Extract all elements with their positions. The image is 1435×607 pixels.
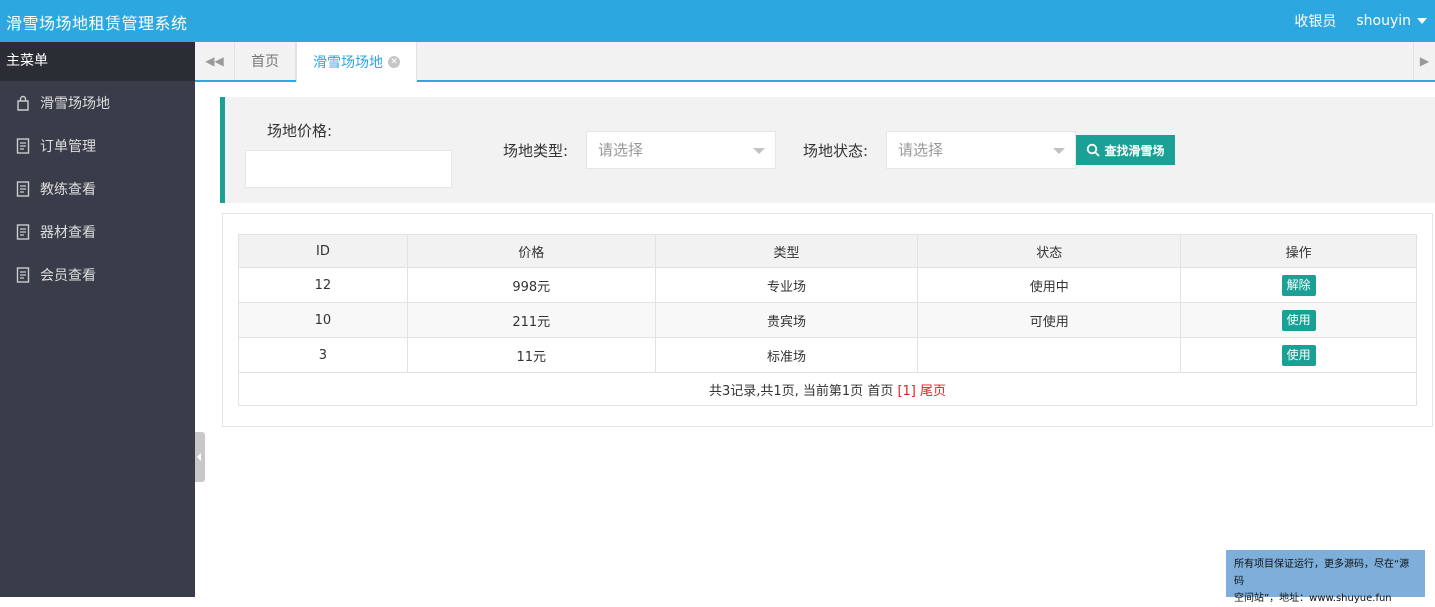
document-icon <box>16 223 30 240</box>
cell-id: 10 <box>238 302 408 338</box>
release-button[interactable]: 解除 <box>1281 274 1316 296</box>
column-header-price: 价格 <box>406 234 656 268</box>
pagination: 共3记录,共1页, 当前第1页 首页 [1] 尾页 <box>238 372 1417 406</box>
chevron-down-icon <box>753 148 765 154</box>
pagination-row: 共3记录,共1页, 当前第1页 首页 [1] 尾页 <box>238 372 1417 406</box>
status-label: 场地状态: <box>803 142 869 160</box>
cell-price: 211元 <box>406 302 656 338</box>
sidebar: 主菜单 滑雪场场地 订单管理 教练查看 器材查看 会员查看 <box>0 42 195 597</box>
cell-action: 使用 <box>1180 302 1417 338</box>
app-title: 滑雪场场地租赁管理系统 <box>6 14 188 33</box>
search-button-label: 查找滑雪场 <box>1104 143 1165 158</box>
sidebar-item-orders[interactable]: 订单管理 <box>0 124 195 167</box>
sidebar-item-ski-venue[interactable]: 滑雪场场地 <box>0 81 195 124</box>
cell-id: 12 <box>238 267 408 303</box>
table-row: 10 211元 贵宾场 可使用 使用 <box>238 302 1417 338</box>
double-chevron-right-icon: ▶ <box>1419 54 1430 68</box>
column-header-action: 操作 <box>1180 234 1417 268</box>
price-input[interactable] <box>245 150 452 188</box>
close-icon[interactable]: ✕ <box>388 56 400 68</box>
bag-icon <box>16 95 30 111</box>
current-page-link[interactable]: [1] <box>897 384 915 399</box>
last-page-link[interactable]: 尾页 <box>920 384 946 399</box>
search-panel: 场地价格: 场地类型: 请选择 场地状态: 请选择 查找滑雪场 <box>220 97 1435 203</box>
document-icon <box>16 180 30 197</box>
double-chevron-left-icon: ◀◀ <box>205 54 224 68</box>
tab-scroll-right-button[interactable]: ▶ <box>1413 42 1435 80</box>
results-card: ID 价格 类型 状态 操作 12 998元 专业场 使用中 解除 10 211… <box>222 213 1433 427</box>
use-button[interactable]: 使用 <box>1281 309 1316 331</box>
type-select[interactable]: 请选择 <box>586 131 776 169</box>
sidebar-title: 主菜单 <box>0 42 195 81</box>
table-row: 12 998元 专业场 使用中 解除 <box>238 267 1417 303</box>
sidebar-item-label: 会员查看 <box>40 267 96 284</box>
type-select-placeholder: 请选择 <box>598 141 644 159</box>
search-icon <box>1087 143 1101 157</box>
user-role: 收银员 <box>1294 14 1337 30</box>
tab-home[interactable]: 首页 <box>235 42 296 80</box>
tab-bar: ◀◀ 首页 滑雪场场地 ✕ ▶ <box>195 42 1435 82</box>
cell-action: 使用 <box>1180 337 1417 373</box>
sidebar-item-label: 订单管理 <box>40 138 96 155</box>
pagination-summary: 共3记录,共1页, 当前第1页 <box>708 383 864 399</box>
watermark-line: 所有项目保证运行，更多源码，尽在“源码 <box>1234 559 1410 587</box>
tab-scroll-left-button[interactable]: ◀◀ <box>195 42 235 80</box>
table-header-row: ID 价格 类型 状态 操作 <box>238 234 1417 268</box>
column-header-type: 类型 <box>654 234 919 268</box>
watermark-line: 空间站”，地址：www.shuyue.fun <box>1234 593 1392 604</box>
column-header-status: 状态 <box>917 234 1182 268</box>
table-row: 3 11元 标准场 使用 <box>238 337 1417 373</box>
top-header: 滑雪场场地租赁管理系统 收银员 shouyin <box>0 0 1435 42</box>
use-button[interactable]: 使用 <box>1281 344 1316 366</box>
sidebar-collapse-toggle[interactable] <box>195 432 205 482</box>
column-header-id: ID <box>238 234 408 268</box>
venue-table: ID 价格 类型 状态 操作 12 998元 专业场 使用中 解除 10 211… <box>238 234 1417 406</box>
cell-status: 使用中 <box>917 267 1182 303</box>
sidebar-item-label: 滑雪场场地 <box>40 95 110 112</box>
sidebar-item-label: 器材查看 <box>40 224 96 241</box>
cell-price: 998元 <box>406 267 656 303</box>
tab-label: 首页 <box>251 54 279 70</box>
sidebar-item-members[interactable]: 会员查看 <box>0 253 195 296</box>
document-icon <box>16 266 30 283</box>
document-icon <box>16 137 30 154</box>
caret-down-icon <box>1417 18 1427 24</box>
tab-ski-venue[interactable]: 滑雪场场地 ✕ <box>296 42 417 82</box>
price-label: 场地价格: <box>267 122 333 140</box>
type-label: 场地类型: <box>503 142 569 160</box>
first-page-link[interactable]: 首页 <box>867 384 893 399</box>
user-menu[interactable]: shouyin <box>1356 13 1427 29</box>
cell-status: 可使用 <box>917 302 1182 338</box>
cell-action: 解除 <box>1180 267 1417 303</box>
sidebar-item-equipment[interactable]: 器材查看 <box>0 210 195 253</box>
cell-type: 标准场 <box>654 337 919 373</box>
watermark-notice: 所有项目保证运行，更多源码，尽在“源码 空间站”，地址：www.shuyue.f… <box>1226 550 1425 604</box>
status-select-placeholder: 请选择 <box>898 141 944 159</box>
chevron-down-icon <box>1053 148 1065 154</box>
username: shouyin <box>1356 13 1411 29</box>
tab-label: 滑雪场场地 <box>313 55 383 71</box>
sidebar-item-coaches[interactable]: 教练查看 <box>0 167 195 210</box>
status-select[interactable]: 请选择 <box>886 131 1076 169</box>
cell-id: 3 <box>238 337 408 373</box>
header-user-area: 收银员 shouyin <box>1294 11 1427 31</box>
cell-type: 专业场 <box>654 267 919 303</box>
tab-list: 首页 滑雪场场地 ✕ <box>235 42 417 82</box>
cell-price: 11元 <box>406 337 656 373</box>
sidebar-item-label: 教练查看 <box>40 181 96 198</box>
search-button[interactable]: 查找滑雪场 <box>1076 135 1175 165</box>
cell-status <box>917 337 1182 373</box>
cell-type: 贵宾场 <box>654 302 919 338</box>
